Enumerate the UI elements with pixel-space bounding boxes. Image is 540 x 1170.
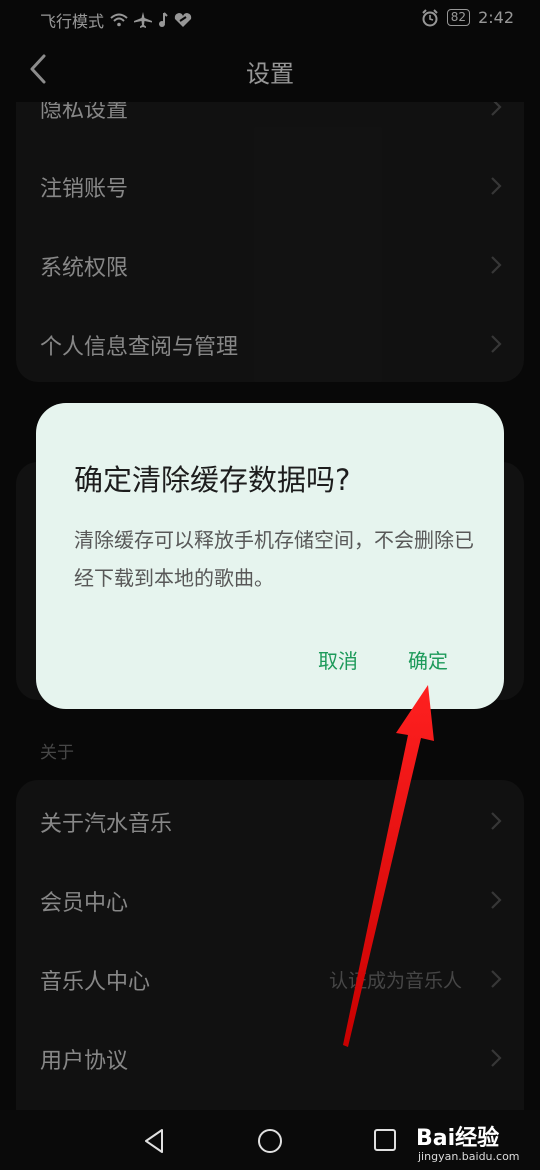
clear-cache-dialog: 确定清除缓存数据吗? 清除缓存可以释放手机存储空间，不会删除已经下载到本地的歌曲… [36, 403, 504, 709]
dialog-title: 确定清除缓存数据吗? [74, 463, 351, 497]
watermark-url: jingyan.baidu.com [418, 1150, 520, 1163]
back-triangle-icon[interactable] [142, 1128, 166, 1154]
baidu-jingyan-watermark: Bai经验 jingyan.baidu.com [410, 1110, 540, 1170]
confirm-button[interactable]: 确定 [408, 645, 448, 674]
watermark-brand: Bai经验 [416, 1126, 500, 1151]
recents-square-icon[interactable] [373, 1128, 397, 1152]
dialog-message: 清除缓存可以释放手机存储空间，不会删除已经下载到本地的歌曲。 [74, 528, 474, 590]
cancel-button[interactable]: 取消 [318, 645, 358, 674]
home-circle-icon[interactable] [257, 1128, 283, 1154]
